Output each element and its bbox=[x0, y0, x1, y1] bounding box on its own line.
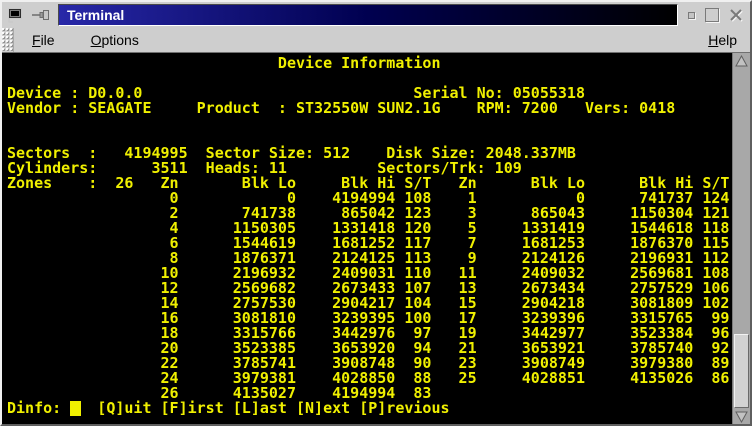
terminal-screen: Device Information Device : D0.0.0 Seria… bbox=[2, 53, 732, 424]
menu-help[interactable]: Help bbox=[705, 30, 740, 50]
menu-options[interactable]: Options bbox=[88, 30, 142, 50]
scroll-down-button[interactable] bbox=[733, 409, 750, 424]
titlebar-field[interactable]: Terminal bbox=[58, 4, 678, 26]
text-cursor bbox=[70, 401, 81, 416]
minimize-icon bbox=[688, 12, 695, 19]
terminal-area[interactable]: Device Information Device : D0.0.0 Seria… bbox=[2, 52, 750, 424]
terminal-window: Terminal File Options Help Device In bbox=[0, 0, 752, 426]
scrollbar[interactable] bbox=[732, 53, 750, 424]
scroll-up-button[interactable] bbox=[733, 53, 750, 68]
titlebar[interactable]: Terminal bbox=[2, 2, 750, 28]
menubar: File Options Help bbox=[2, 28, 750, 52]
maximize-button[interactable] bbox=[704, 8, 720, 22]
scroll-up-icon bbox=[735, 55, 748, 67]
minimize-button[interactable] bbox=[685, 12, 697, 19]
menubar-grip-handle[interactable] bbox=[2, 28, 14, 52]
window-title: Terminal bbox=[67, 7, 124, 23]
scroll-down-icon bbox=[735, 411, 748, 423]
pushpin-icon[interactable] bbox=[31, 9, 51, 21]
menu-file[interactable]: File bbox=[29, 30, 58, 50]
terminal-icon[interactable] bbox=[7, 7, 24, 23]
close-icon bbox=[728, 7, 744, 23]
maximize-icon bbox=[705, 8, 719, 22]
scrollbar-thumb[interactable] bbox=[734, 334, 749, 408]
close-button[interactable] bbox=[727, 7, 745, 23]
